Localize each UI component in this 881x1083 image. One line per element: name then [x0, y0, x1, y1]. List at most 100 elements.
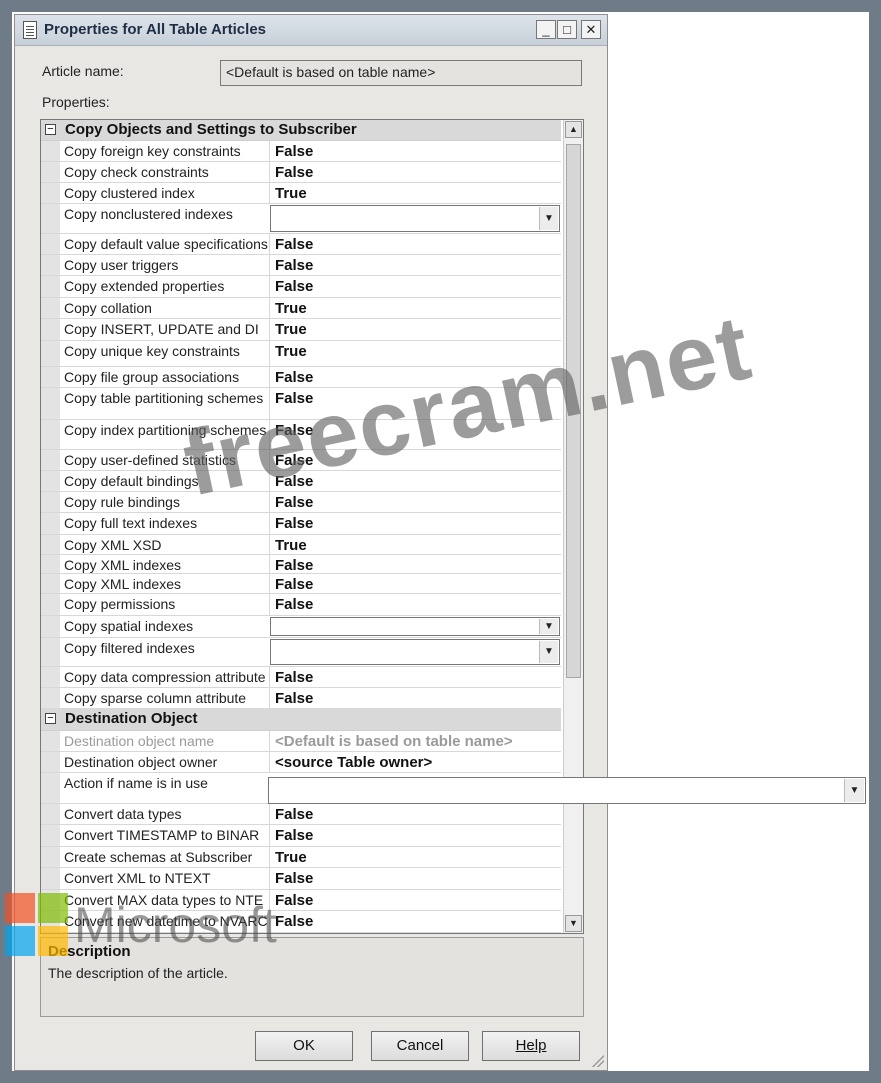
row-gutter: [41, 688, 60, 708]
maximize-button[interactable]: □: [557, 20, 577, 39]
property-row[interactable]: Convert XML to NTEXT False: [41, 868, 561, 890]
category-label: Copy Objects and Settings to Subscriber: [65, 121, 357, 138]
scroll-down-arrow-icon[interactable]: ▼: [565, 915, 582, 932]
action-if-name-in-use-dropdown[interactable]: ▼: [268, 777, 866, 804]
property-value[interactable]: False: [269, 555, 555, 574]
property-row[interactable]: Copy user triggers False: [41, 255, 561, 276]
property-value[interactable]: False: [269, 911, 555, 932]
property-row[interactable]: Copy collation True: [41, 298, 561, 319]
property-row[interactable]: Convert TIMESTAMP to BINAR False: [41, 825, 561, 847]
property-value[interactable]: False: [269, 667, 555, 687]
chevron-down-icon[interactable]: ▼: [844, 779, 864, 802]
row-gutter: [41, 420, 60, 449]
property-value[interactable]: True: [269, 319, 555, 340]
category-header-destination[interactable]: − Destination Object: [41, 709, 561, 731]
scroll-up-arrow-icon[interactable]: ▲: [565, 121, 582, 138]
property-row[interactable]: Copy XML indexes False: [41, 555, 561, 574]
property-grid[interactable]: − Copy Objects and Settings to Subscriber…: [40, 119, 584, 934]
property-row[interactable]: Copy spatial indexes ▼: [41, 616, 561, 638]
help-button[interactable]: Help: [482, 1031, 580, 1061]
property-row[interactable]: Copy INSERT, UPDATE and DI True: [41, 319, 561, 341]
chevron-down-icon[interactable]: ▼: [539, 641, 558, 663]
property-row[interactable]: Create schemas at Subscriber True: [41, 847, 561, 868]
row-gutter: [41, 804, 60, 824]
logo-square: [38, 893, 68, 923]
property-row[interactable]: Destination object owner <source Table ow…: [41, 752, 561, 773]
property-row[interactable]: Copy foreign key constraints False: [41, 141, 561, 162]
property-row[interactable]: Copy permissions False: [41, 594, 561, 616]
vertical-scrollbar[interactable]: ▲ ▼: [563, 120, 583, 933]
close-button[interactable]: ✕: [581, 20, 601, 39]
property-value[interactable]: True: [269, 847, 555, 867]
property-row[interactable]: Copy XML XSD True: [41, 535, 561, 555]
property-value[interactable]: False: [269, 234, 555, 254]
property-row[interactable]: Copy clustered index True: [41, 183, 561, 204]
property-row[interactable]: Copy full text indexes False: [41, 513, 561, 535]
property-name: Copy default value specifications: [64, 236, 268, 252]
row-gutter: [41, 183, 60, 203]
property-value[interactable]: False: [269, 688, 555, 708]
property-name: Copy extended properties: [64, 278, 225, 294]
property-value[interactable]: False: [269, 276, 555, 297]
description-text: The description of the article.: [48, 965, 228, 981]
property-value[interactable]: False: [269, 825, 555, 846]
property-name: Copy foreign key constraints: [64, 143, 241, 159]
property-dropdown[interactable]: ▼: [270, 205, 560, 232]
property-value[interactable]: <Default is based on table name>: [269, 731, 555, 751]
row-gutter: [41, 535, 60, 554]
property-value[interactable]: False: [269, 890, 555, 910]
property-row[interactable]: Copy extended properties False: [41, 276, 561, 298]
property-value[interactable]: False: [269, 868, 555, 889]
category-header-copy[interactable]: − Copy Objects and Settings to Subscriber: [41, 120, 561, 141]
property-value[interactable]: True: [269, 298, 555, 318]
article-name-field[interactable]: <Default is based on table name>: [220, 60, 582, 86]
category-label: Destination Object: [65, 710, 198, 727]
row-gutter: [41, 298, 60, 318]
property-name: Copy full text indexes: [64, 515, 198, 531]
collapse-icon[interactable]: −: [45, 124, 56, 135]
property-name: Copy collation: [64, 300, 152, 316]
property-name: Copy nonclustered indexes: [64, 206, 233, 222]
property-value[interactable]: False: [269, 162, 555, 182]
property-row[interactable]: Copy filtered indexes ▼: [41, 638, 561, 667]
property-value[interactable]: False: [269, 492, 555, 512]
microsoft-watermark: Microsoft: [74, 897, 277, 953]
ok-button[interactable]: OK: [255, 1031, 353, 1061]
property-row[interactable]: Copy sparse column attribute False: [41, 688, 561, 709]
property-value[interactable]: False: [269, 594, 555, 615]
minimize-button[interactable]: _: [536, 20, 556, 39]
collapse-icon[interactable]: −: [45, 713, 56, 724]
property-row[interactable]: Copy XML indexes False: [41, 574, 561, 594]
property-name: Copy clustered index: [64, 185, 195, 201]
property-value[interactable]: False: [269, 513, 555, 534]
property-value[interactable]: False: [269, 574, 555, 593]
document-icon: [23, 21, 37, 39]
property-row[interactable]: Copy check constraints False: [41, 162, 561, 183]
property-value[interactable]: <source Table owner>: [269, 752, 555, 772]
property-row[interactable]: Copy nonclustered indexes ▼: [41, 204, 561, 234]
chevron-down-icon[interactable]: ▼: [539, 207, 558, 230]
property-dropdown[interactable]: ▼: [270, 617, 560, 636]
property-name: Destination object name: [64, 733, 215, 749]
property-name: Convert data types: [64, 806, 182, 822]
property-value[interactable]: True: [269, 183, 555, 203]
property-value[interactable]: False: [269, 255, 555, 275]
row-gutter: [41, 638, 60, 666]
chevron-down-icon[interactable]: ▼: [539, 619, 558, 634]
property-value[interactable]: True: [269, 535, 555, 554]
property-value[interactable]: False: [269, 141, 555, 161]
cancel-button[interactable]: Cancel: [371, 1031, 469, 1061]
title-bar[interactable]: Properties for All Table Articles _ □ ✕: [15, 15, 607, 46]
property-row[interactable]: Convert data types False: [41, 804, 561, 825]
property-row[interactable]: Copy default value specifications False: [41, 234, 561, 255]
row-gutter: [41, 255, 60, 275]
property-value[interactable]: False: [269, 804, 555, 824]
property-dropdown[interactable]: ▼: [270, 639, 560, 665]
property-name: Copy XML indexes: [64, 557, 181, 573]
property-name: Convert XML to NTEXT: [64, 870, 211, 886]
row-gutter: [41, 367, 60, 387]
property-name: Copy permissions: [64, 596, 176, 612]
property-row[interactable]: Destination object name <Default is based…: [41, 731, 561, 752]
property-row[interactable]: Copy data compression attribute False: [41, 667, 561, 688]
resize-grip-icon[interactable]: [592, 1055, 604, 1067]
